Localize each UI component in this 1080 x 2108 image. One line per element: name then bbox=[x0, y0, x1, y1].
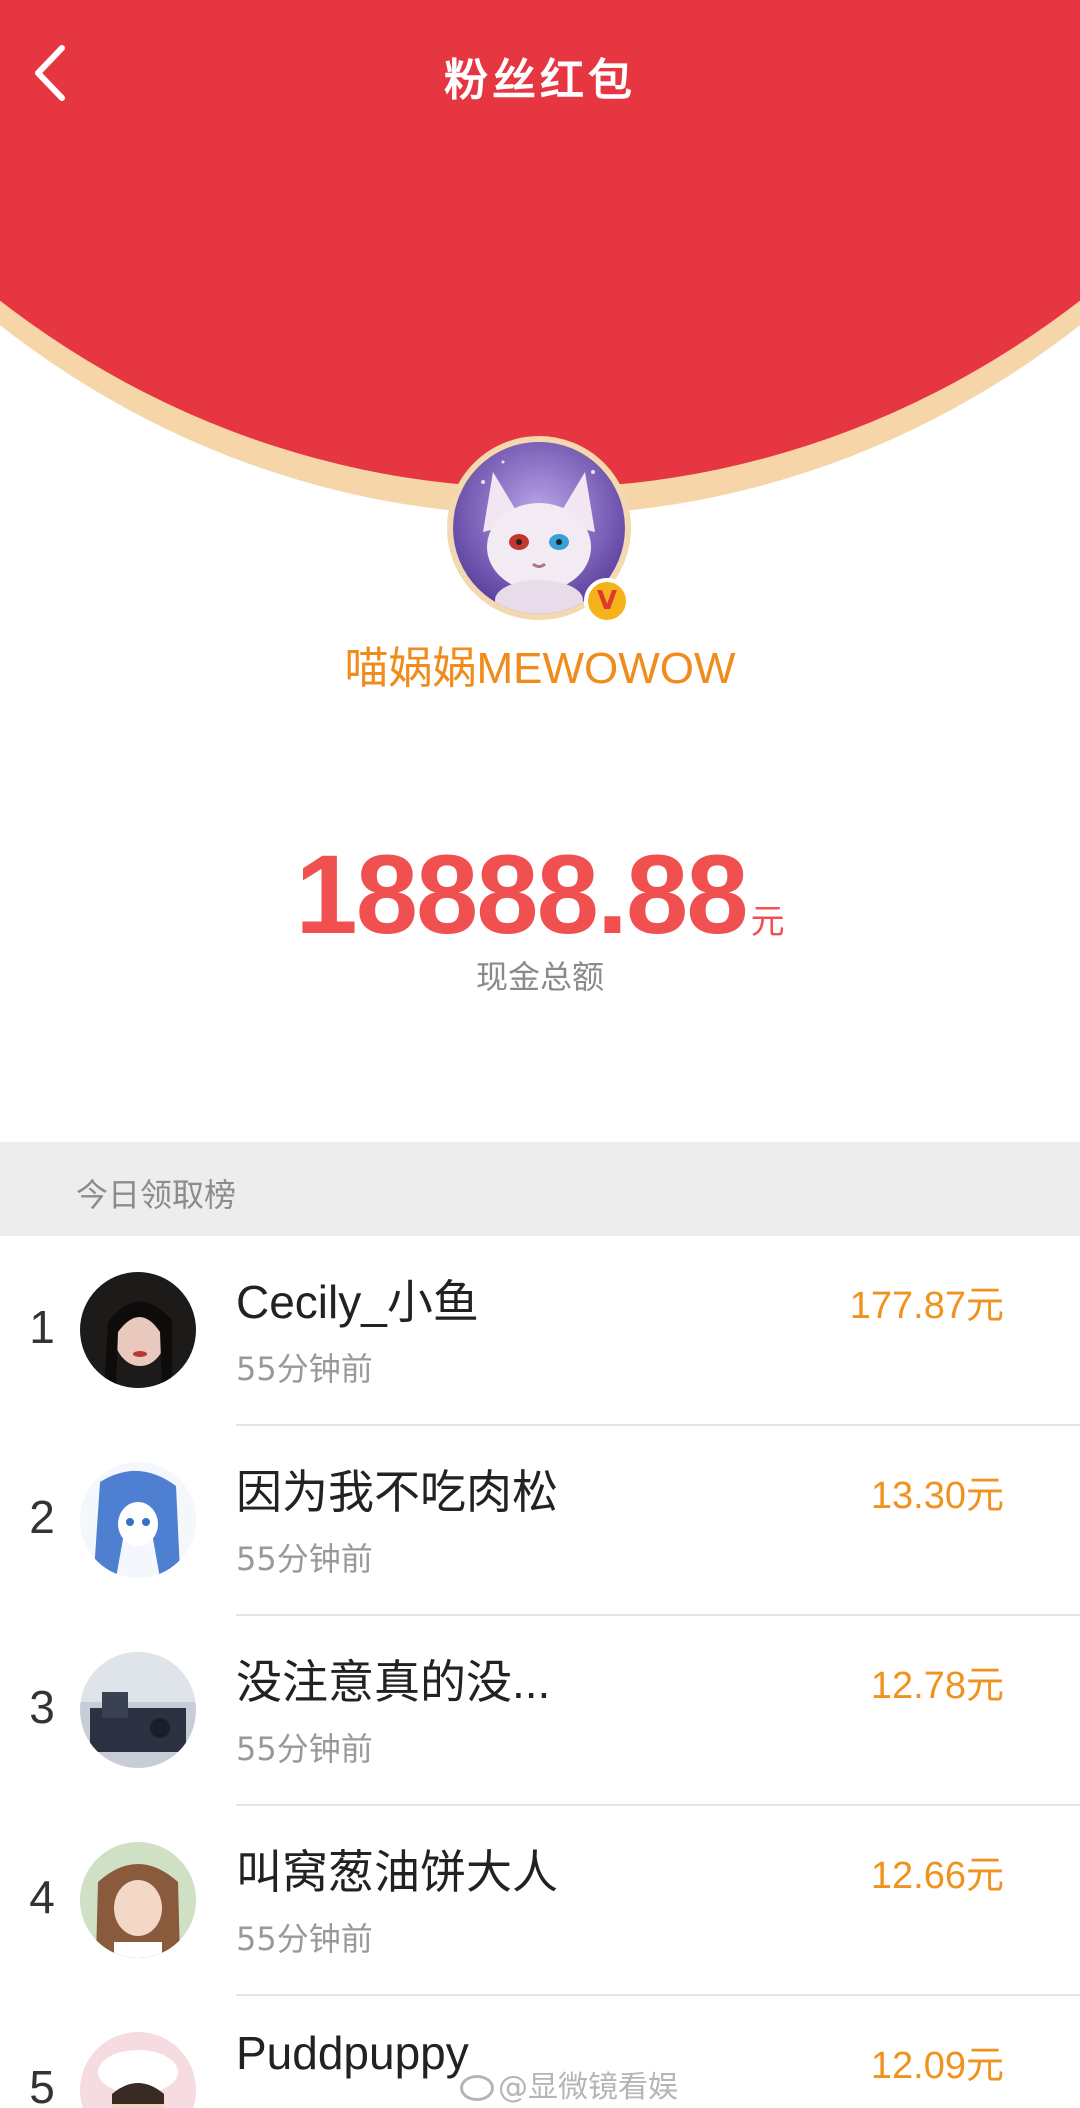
user-name: Cecily_小鱼 bbox=[236, 1276, 479, 1328]
rank-number: 4 bbox=[29, 1871, 55, 1923]
total-amount-label: 现金总额 bbox=[475, 958, 604, 996]
claim-amount: 177.87元 bbox=[849, 1285, 1004, 1327]
red-packet-page: 粉丝红包 V 喵娲娲MEWOWOW 18888.88 元 现金总额 今日领取榜 … bbox=[0, 0, 1080, 2108]
list-item[interactable]: 1 Cecily_小鱼 55分钟前 177.87元 bbox=[0, 1236, 1080, 1426]
rank-number: 2 bbox=[29, 1491, 55, 1543]
avatar[interactable] bbox=[80, 1272, 196, 1388]
claim-amount: 12.09元 bbox=[870, 2045, 1004, 2087]
rank-number: 3 bbox=[29, 1681, 55, 1733]
page-title: 粉丝红包 bbox=[444, 55, 636, 106]
list-item[interactable]: 3 没注意真的没... 55分钟前 12.78元 bbox=[0, 1616, 1080, 1806]
leaderboard-list: 1 Cecily_小鱼 55分钟前 177.87元 2 因为我不吃肉松 55分钟… bbox=[0, 1236, 1080, 2108]
watermark: @显微镜看娱 bbox=[460, 2062, 678, 2106]
avatar[interactable] bbox=[80, 1842, 196, 1958]
claim-time: 55分钟前 bbox=[236, 1730, 373, 1768]
claim-amount: 13.30元 bbox=[870, 1475, 1004, 1517]
claim-amount: 12.78元 bbox=[870, 1665, 1004, 1707]
list-item[interactable]: 4 叫窝葱油饼大人 55分钟前 12.66元 bbox=[0, 1806, 1080, 1996]
verified-badge-icon: V bbox=[584, 578, 630, 624]
leaderboard-section-header: 今日领取榜 bbox=[0, 1142, 1080, 1236]
claim-time: 55分钟前 bbox=[236, 1540, 373, 1578]
user-name: 叫窝葱油饼大人 bbox=[236, 1846, 558, 1898]
avatar[interactable] bbox=[80, 2032, 196, 2108]
claim-amount: 12.66元 bbox=[870, 1855, 1004, 1897]
total-amount-unit: 元 bbox=[750, 902, 785, 942]
user-name: 因为我不吃肉松 bbox=[236, 1466, 558, 1518]
avatar[interactable] bbox=[80, 1652, 196, 1768]
total-amount-value: 18888.88 bbox=[295, 832, 748, 957]
creator-name[interactable]: 喵娲娲MEWOWOW bbox=[0, 632, 1080, 696]
user-name: 没注意真的没... bbox=[236, 1656, 551, 1708]
avatar[interactable] bbox=[80, 1462, 196, 1578]
list-item[interactable]: 2 因为我不吃肉松 55分钟前 13.30元 bbox=[0, 1426, 1080, 1616]
section-title: 今日领取榜 bbox=[76, 1176, 237, 1214]
total-amount: 18888.88 元 bbox=[0, 830, 1080, 959]
claim-time: 55分钟前 bbox=[236, 1350, 373, 1388]
watermark-text: @显微镜看娱 bbox=[498, 2070, 678, 2105]
weibo-icon bbox=[460, 2075, 494, 2101]
user-name: Puddpuppy bbox=[236, 2027, 469, 2079]
rank-number: 1 bbox=[29, 1301, 55, 1353]
rank-number: 5 bbox=[29, 2061, 55, 2108]
claim-time: 55分钟前 bbox=[236, 1920, 373, 1958]
